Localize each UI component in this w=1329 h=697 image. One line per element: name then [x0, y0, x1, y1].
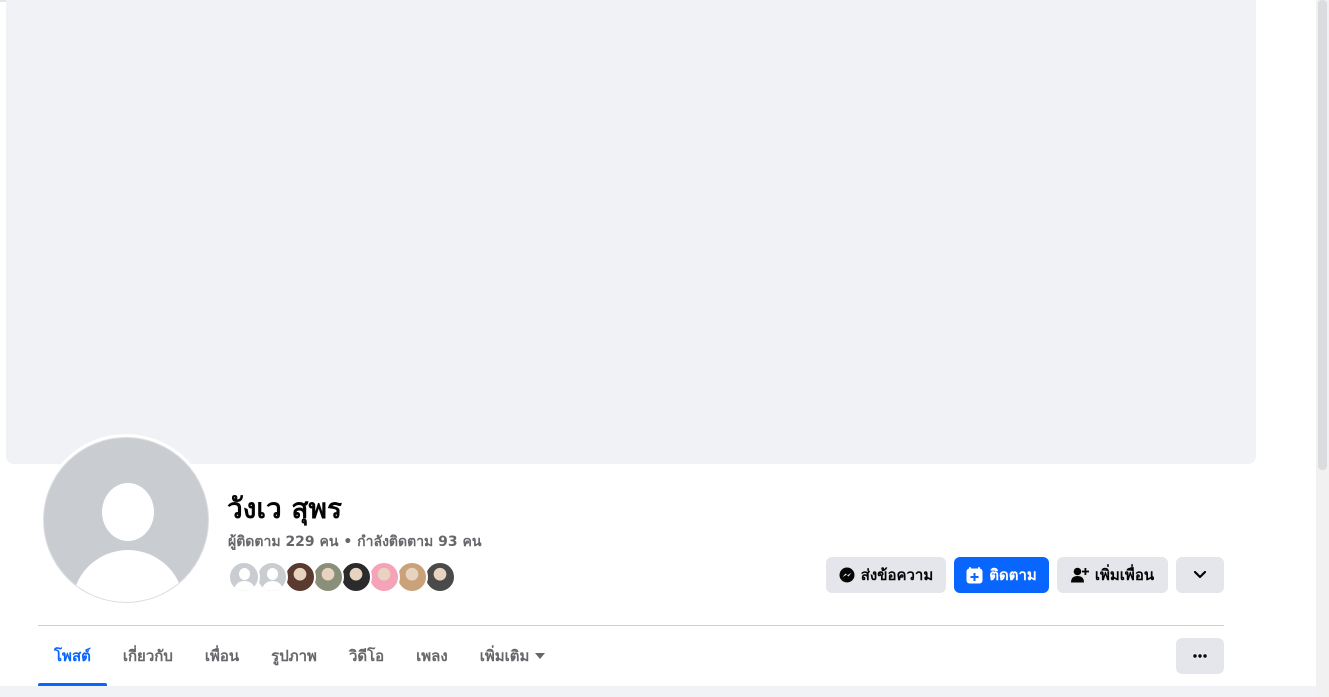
tab-videos[interactable]: วิดีโอ [333, 626, 400, 686]
avatar-body [262, 581, 283, 591]
default-avatar-icon [43, 437, 209, 603]
friend-avatar[interactable] [396, 561, 428, 593]
follow-button-label: ติดตาม [989, 566, 1037, 584]
feed-background [0, 686, 1316, 697]
friend-avatar[interactable] [228, 561, 260, 593]
profile-avatar[interactable] [40, 434, 212, 606]
scrollbar-thumb[interactable] [1318, 0, 1327, 470]
avatar-head [267, 568, 278, 580]
add-friend-button-label: เพิ่มเพื่อน [1094, 566, 1155, 584]
friend-avatar[interactable] [312, 561, 344, 593]
tab-photos[interactable]: รูปภาพ [255, 626, 333, 686]
right-gutter [1256, 0, 1316, 697]
friend-avatar[interactable] [340, 561, 372, 593]
avatar-head [102, 483, 154, 541]
add-friend-button[interactable]: เพิ่มเพื่อน [1057, 557, 1168, 593]
expand-button[interactable] [1176, 557, 1224, 593]
cover-photo[interactable] [6, 0, 1256, 464]
follow-button[interactable]: ติดตาม [954, 557, 1049, 593]
friend-avatar[interactable] [368, 561, 400, 593]
tab-about[interactable]: เกี่ยวกับ [107, 626, 189, 686]
tab-posts[interactable]: โพสต์ [38, 626, 107, 686]
avatar-head [239, 568, 250, 580]
profile-tabs: โพสต์ เกี่ยวกับ เพื่อน รูปภาพ วิดีโอ เพล… [38, 626, 561, 686]
profile-name: วังเว สุพร [227, 492, 343, 525]
tab-label: เพิ่มเติม [479, 647, 530, 665]
tab-music[interactable]: เพลง [400, 626, 464, 686]
message-button[interactable]: ส่งข้อความ [826, 557, 946, 593]
tab-label: วิดีโอ [348, 647, 385, 665]
follow-plus-icon [966, 566, 983, 584]
tab-label: เกี่ยวกับ [122, 647, 173, 665]
tab-label: เพื่อน [204, 647, 240, 665]
tab-label: โพสต์ [54, 647, 91, 665]
page-scrollbar[interactable] [1316, 0, 1329, 697]
friend-avatar[interactable] [256, 561, 288, 593]
follower-stats[interactable]: ผู้ติดตาม 229 คน • กำลังติดตาม 93 คน [228, 531, 481, 553]
tab-label: เพลง [416, 647, 448, 665]
more-dots-icon [1193, 654, 1207, 658]
more-options-button[interactable] [1176, 638, 1224, 674]
friends-preview [228, 561, 456, 593]
message-button-label: ส่งข้อความ [860, 566, 934, 584]
tab-label: รูปภาพ [271, 647, 317, 665]
tab-more[interactable]: เพิ่มเติม [464, 626, 562, 686]
caret-down-icon [535, 653, 546, 659]
avatar-body [72, 550, 184, 602]
friend-avatar[interactable] [424, 561, 456, 593]
profile-page: วังเว สุพร ผู้ติดตาม 229 คน • กำลังติดตา… [0, 0, 1329, 697]
avatar-body [234, 581, 255, 591]
friend-avatar[interactable] [284, 561, 316, 593]
messenger-icon [839, 567, 855, 583]
add-friend-icon [1070, 567, 1089, 583]
tab-friends[interactable]: เพื่อน [189, 626, 255, 686]
chevron-down-icon [1194, 571, 1206, 579]
